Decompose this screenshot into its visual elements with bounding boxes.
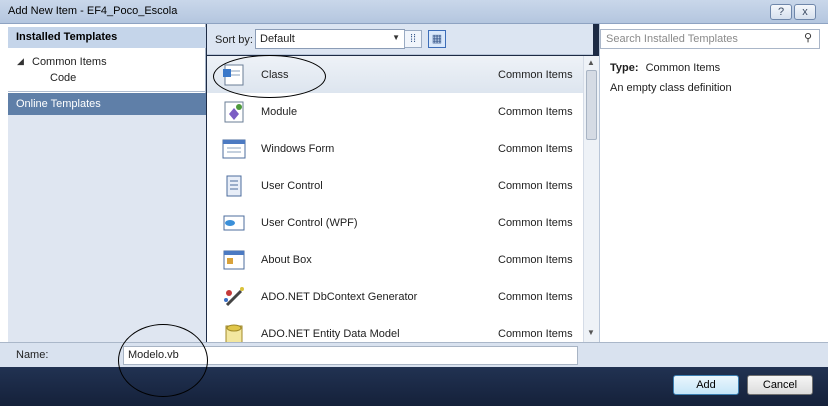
sort-label: Sort by:	[215, 34, 253, 46]
class-icon	[223, 64, 244, 86]
type-line: Type: Common Items	[610, 62, 720, 74]
scroll-up-icon[interactable]: ▲	[587, 58, 595, 67]
template-category: Common Items	[498, 106, 573, 118]
type-label: Type:	[610, 62, 639, 74]
template-category: Common Items	[498, 217, 573, 229]
tree-item-common-items[interactable]: Common Items	[32, 56, 107, 68]
template-category: Common Items	[498, 69, 573, 81]
template-row-entity-data-model[interactable]: ADO.NET Entity Data Model Common Items	[207, 315, 583, 342]
template-row-dbcontext-generator[interactable]: ADO.NET DbContext Generator Common Items	[207, 278, 583, 315]
name-input[interactable]: Modelo.vb	[123, 346, 578, 365]
sidebar-empty-area	[8, 115, 206, 342]
template-category: Common Items	[498, 254, 573, 266]
help-button[interactable]: ?	[770, 4, 792, 20]
type-value: Common Items	[645, 62, 721, 74]
expand-arrow-icon[interactable]: ◢	[17, 56, 24, 67]
template-name: ADO.NET DbContext Generator	[261, 291, 418, 303]
entity-data-model-icon	[225, 324, 243, 342]
template-row-about-box[interactable]: About Box Common Items	[207, 241, 583, 278]
template-name: User Control (WPF)	[261, 217, 358, 229]
templates-sidebar: Installed Templates ◢ Common Items Code …	[0, 24, 206, 342]
template-list: Class Common Items Module Common Items W…	[207, 56, 583, 342]
list-view-icon[interactable]: ⁞⁞	[404, 30, 422, 48]
template-name: Module	[261, 106, 298, 118]
template-row-class[interactable]: Class Common Items	[207, 56, 583, 93]
template-name: User Control	[261, 180, 323, 192]
template-description: An empty class definition	[610, 82, 732, 94]
search-icon[interactable]: ⚲	[804, 31, 812, 44]
cancel-button[interactable]: Cancel	[747, 375, 813, 395]
template-category: Common Items	[498, 180, 573, 192]
template-name: Windows Form	[261, 143, 335, 155]
chevron-down-icon: ▼	[392, 33, 400, 42]
template-row-module[interactable]: Module Common Items	[207, 93, 583, 130]
details-pane: Search Installed Templates ⚲ Type: Commo…	[599, 24, 828, 342]
template-category: Common Items	[498, 328, 573, 340]
online-templates-item[interactable]: Online Templates	[8, 93, 206, 115]
name-label: Name:	[16, 349, 49, 361]
template-category: Common Items	[498, 143, 573, 155]
module-icon	[224, 101, 244, 123]
sidebar-divider	[8, 91, 206, 92]
name-bar: Name: Modelo.vb	[0, 342, 828, 367]
user-control-icon	[226, 175, 242, 197]
dbcontext-generator-icon	[224, 287, 244, 307]
close-button[interactable]: x	[794, 4, 816, 20]
dialog-footer: Add Cancel	[0, 367, 828, 406]
title-bar: Add New Item - EF4_Poco_Escola ? x	[0, 0, 828, 24]
sort-value: Default	[260, 33, 295, 45]
template-row-user-control[interactable]: User Control Common Items	[207, 167, 583, 204]
sort-toolbar: Sort by: Default ▼ ⁞⁞ ▦	[207, 24, 593, 55]
scrollbar-thumb[interactable]	[586, 70, 597, 140]
tree-item-code[interactable]: Code	[50, 72, 76, 84]
details-view-icon[interactable]: ▦	[428, 30, 446, 48]
template-category: Common Items	[498, 291, 573, 303]
template-name: About Box	[261, 254, 312, 266]
user-control-wpf-icon	[223, 215, 245, 231]
add-button[interactable]: Add	[673, 375, 739, 395]
template-name: ADO.NET Entity Data Model	[261, 328, 400, 340]
installed-templates-header[interactable]: Installed Templates	[8, 27, 206, 48]
template-row-windows-form[interactable]: Windows Form Common Items	[207, 130, 583, 167]
template-list-scrollbar[interactable]: ▲ ▼	[583, 56, 599, 342]
sort-dropdown[interactable]: Default ▼	[255, 29, 405, 49]
about-box-icon	[223, 250, 245, 270]
scroll-down-icon[interactable]: ▼	[587, 328, 595, 337]
search-input[interactable]: Search Installed Templates	[600, 29, 820, 49]
windows-form-icon	[222, 139, 246, 159]
template-row-user-control-wpf[interactable]: User Control (WPF) Common Items	[207, 204, 583, 241]
window-title: Add New Item - EF4_Poco_Escola	[8, 5, 178, 17]
template-name: Class	[261, 69, 289, 81]
